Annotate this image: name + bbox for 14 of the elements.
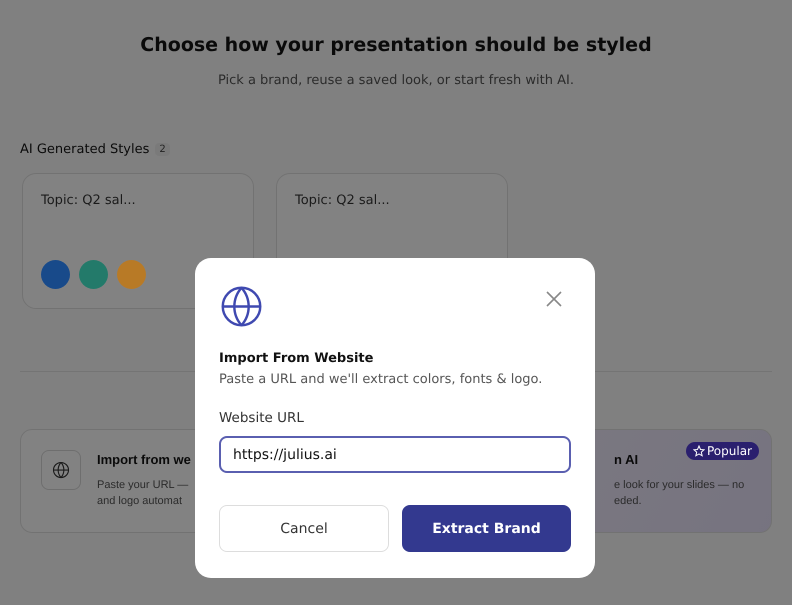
popular-badge: Popular: [686, 442, 759, 460]
option-title: n AI: [614, 452, 640, 467]
card-topic: Topic: Q2 sal...: [41, 193, 137, 208]
card-topic: Topic: Q2 sal...: [295, 193, 391, 208]
count-badge: 2: [155, 143, 170, 156]
option-description: e look for your slides — no eded.: [614, 478, 744, 509]
dialog-title: Import From Website: [219, 351, 374, 366]
page-subtitle: Pick a brand, reuse a saved look, or start fresh with AI.: [216, 73, 575, 88]
option-title: Import from we: [97, 452, 191, 467]
section-label: AI Generated Styles: [20, 142, 150, 157]
field-label: Website URL: [219, 410, 305, 426]
page-title: Choose how your presentation should be styled: [139, 34, 653, 56]
dialog-description: Paste a URL and we'll extract colors, fonts & logo.: [219, 372, 544, 387]
option-description: Paste your URL — and logo automat: [97, 478, 190, 509]
